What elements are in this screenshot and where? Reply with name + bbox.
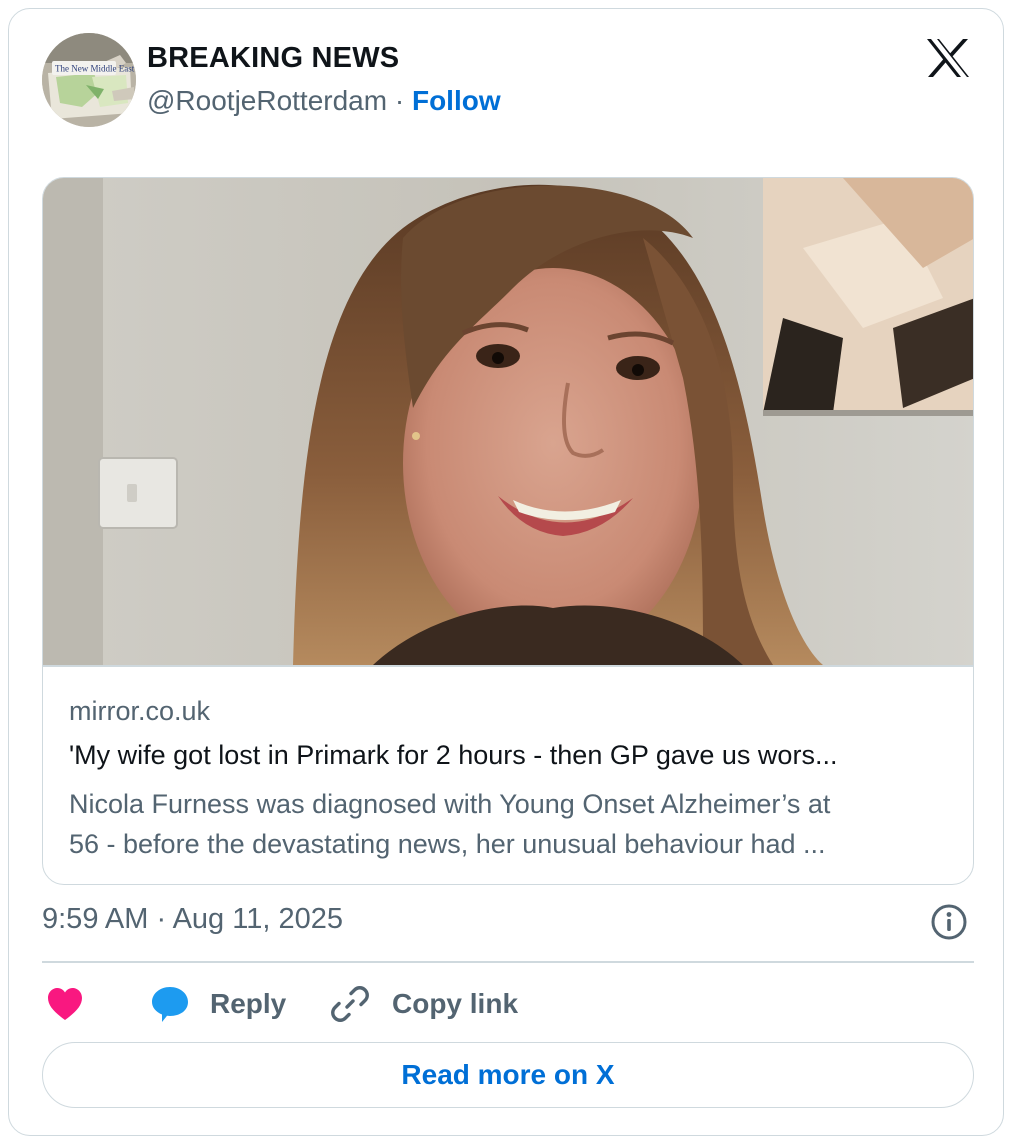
link-headline: 'My wife got lost in Primark for 2 hours… bbox=[69, 740, 838, 770]
article-photo bbox=[43, 178, 973, 665]
tweet-timestamp[interactable]: 9:59 AM · Aug 11, 2025 bbox=[42, 903, 343, 936]
speech-bubble-icon bbox=[152, 987, 188, 1022]
author-handle-row: @RootjeRotterdam · Follow bbox=[147, 85, 501, 117]
link-icon bbox=[331, 986, 369, 1022]
reply-label: Reply bbox=[210, 988, 287, 1019]
info-icon[interactable] bbox=[930, 903, 968, 941]
reply-button[interactable]: Reply bbox=[150, 982, 286, 1026]
read-more-button[interactable]: Read more on X bbox=[42, 1042, 974, 1108]
link-preview-card[interactable]: mirror.co.uk 'My wife got lost in Primar… bbox=[42, 177, 974, 885]
follow-button[interactable]: Follow bbox=[412, 85, 501, 116]
avatar-caption: The New Middle East bbox=[55, 64, 135, 74]
like-button[interactable] bbox=[46, 982, 84, 1026]
copy-link-button[interactable]: Copy link bbox=[330, 982, 518, 1026]
wall-painting bbox=[763, 178, 973, 416]
x-logo-icon[interactable] bbox=[925, 37, 971, 79]
author-display-name[interactable]: BREAKING NEWS bbox=[147, 42, 399, 75]
handle-separator: · bbox=[394, 85, 405, 116]
actions-divider bbox=[42, 961, 974, 963]
description-line: 56 - before the devastating news, her un… bbox=[69, 829, 826, 859]
copy-link-label: Copy link bbox=[392, 988, 519, 1019]
link-domain: mirror.co.uk bbox=[69, 696, 211, 726]
wall-switch bbox=[98, 457, 178, 529]
author-handle[interactable]: @RootjeRotterdam bbox=[147, 85, 387, 116]
card-divider bbox=[43, 665, 973, 667]
heart-icon bbox=[48, 988, 82, 1020]
description-line: Nicola Furness was diagnosed with Young … bbox=[69, 789, 831, 819]
link-description: Nicola Furness was diagnosed with Young … bbox=[69, 784, 949, 864]
author-avatar[interactable]: The New Middle East bbox=[42, 33, 136, 127]
avatar-map-image: The New Middle East bbox=[42, 33, 136, 127]
